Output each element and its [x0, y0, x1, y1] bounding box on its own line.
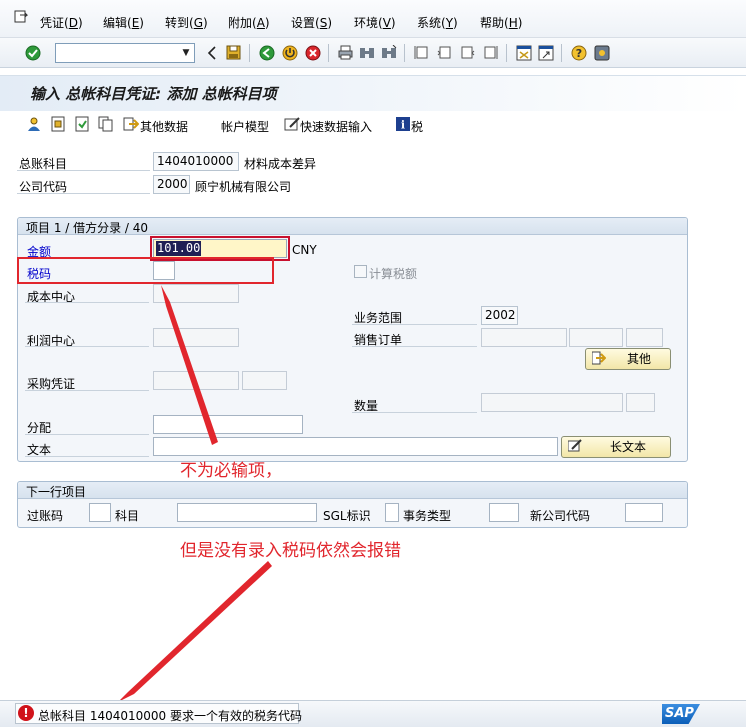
tax-code-field[interactable] — [153, 261, 175, 280]
account-field[interactable] — [177, 503, 317, 522]
new-company-code-field[interactable] — [625, 503, 663, 522]
tax-button[interactable]: 税 — [411, 118, 423, 135]
back-green-icon[interactable] — [258, 44, 275, 61]
layout-icon[interactable] — [593, 44, 610, 61]
menu-goto[interactable]: 转到(G) — [165, 14, 208, 31]
find-next-icon[interactable] — [380, 44, 397, 61]
cost-center-field[interactable] — [153, 284, 239, 303]
company-code-field[interactable]: 2000 — [153, 175, 190, 194]
previous-page-icon[interactable] — [436, 44, 453, 61]
calc-tax-label: 计算税额 — [369, 267, 418, 281]
calc-tax-checkbox[interactable] — [354, 265, 367, 278]
menu-environment[interactable]: 环境(V) — [354, 14, 396, 31]
info-icon[interactable]: i — [395, 116, 411, 132]
print-icon[interactable] — [337, 44, 354, 61]
status-message: 总帐科目 1404010000 要求一个有效的税务代码 — [38, 709, 302, 723]
currency-label: CNY — [292, 243, 317, 257]
find-icon[interactable] — [358, 44, 375, 61]
new-session-icon[interactable] — [515, 44, 532, 61]
menu-edit[interactable]: 编辑(E) — [103, 14, 144, 31]
menu-extras[interactable]: 附加(A) — [228, 14, 270, 31]
posting-key-label: 过账码 — [27, 509, 64, 523]
long-text-edit-icon — [567, 439, 582, 453]
account-model-button[interactable]: 帐户模型 — [221, 118, 269, 135]
hold-document-icon[interactable] — [50, 116, 66, 132]
session-menu-icon[interactable] — [14, 10, 29, 24]
next-page-icon[interactable] — [459, 44, 476, 61]
posting-key-field[interactable] — [89, 503, 111, 522]
svg-text:i: i — [401, 119, 405, 132]
menu-system[interactable]: 系统(Y) — [417, 14, 458, 31]
account-model-person-icon[interactable] — [26, 116, 42, 132]
long-text-button[interactable]: 长文本 — [561, 436, 671, 458]
page-title: 输入 总帐科目凭证: 添加 总帐科目项 — [30, 85, 277, 103]
company-code-description: 顾宁机械有限公司 — [195, 180, 292, 194]
exit-icon[interactable] — [281, 44, 298, 61]
enter-icon[interactable] — [24, 44, 41, 61]
long-text-button-label: 长文本 — [610, 440, 647, 454]
new-company-code-label: 新公司代码 — [530, 509, 591, 523]
last-page-icon[interactable] — [482, 44, 499, 61]
sales-order-item-field[interactable] — [569, 328, 623, 347]
sgl-indicator-label: SGL标识 — [323, 509, 371, 523]
other-button[interactable]: 其他 — [585, 348, 671, 370]
shortcut-icon[interactable] — [537, 44, 554, 61]
save-icon[interactable] — [225, 44, 242, 61]
first-page-icon[interactable] — [413, 44, 430, 61]
menu-document[interactable]: 凭证(D) — [40, 14, 83, 31]
purchase-doc-item-field[interactable] — [242, 371, 287, 390]
other-data-button[interactable]: 其他数据 — [140, 118, 188, 135]
command-field[interactable] — [55, 43, 195, 63]
arrow-right-icon — [591, 351, 607, 365]
quantity-field[interactable] — [481, 393, 623, 412]
copy-document-icon[interactable] — [98, 116, 114, 132]
chevron-down-icon[interactable]: ▼ — [178, 44, 194, 62]
simulate-icon[interactable] — [74, 116, 90, 132]
fast-entry-edit-icon[interactable] — [284, 116, 300, 132]
account-label: 科目 — [115, 509, 140, 523]
menu-help[interactable]: 帮助(H) — [480, 14, 522, 31]
sales-order-schedule-field[interactable] — [626, 328, 663, 347]
text-field[interactable] — [153, 437, 558, 456]
amount-field[interactable]: 101.00 — [153, 239, 287, 258]
purchase-doc-field[interactable] — [153, 371, 239, 390]
assignment-field[interactable] — [153, 415, 303, 434]
cancel-icon[interactable] — [304, 44, 321, 61]
fast-entry-button[interactable]: 快速数据输入 — [300, 118, 372, 135]
annotation-error-note: 但是没有录入税码依然会报错 — [180, 541, 401, 561]
transaction-type-field[interactable] — [489, 503, 519, 522]
gl-account-field[interactable]: 1404010000 — [153, 152, 239, 171]
business-area-field[interactable]: 2002 — [481, 306, 518, 325]
menu-bar: 凭证(D) 编辑(E) 转到(G) 附加(A) 设置(S) 环境(V) 系统(Y… — [0, 0, 746, 38]
quantity-unit-field[interactable] — [626, 393, 655, 412]
item-group-title: 项目 1 / 借方分录 / 40 — [26, 221, 149, 235]
next-item-group-title: 下一行项目 — [26, 485, 87, 499]
profit-center-field[interactable] — [153, 328, 239, 347]
error-icon: ! — [18, 705, 34, 721]
amount-value: 101.00 — [156, 241, 202, 256]
transaction-type-label: 事务类型 — [403, 509, 452, 523]
back-icon[interactable] — [203, 44, 220, 61]
gl-account-description: 材料成本差异 — [244, 157, 317, 171]
menu-settings[interactable]: 设置(S) — [291, 14, 332, 31]
tax-code-label: 税码 — [27, 267, 52, 281]
other-data-arrow-icon[interactable] — [123, 116, 140, 132]
annotation-not-required: 不为必输项， — [180, 461, 282, 481]
sgl-indicator-field[interactable] — [385, 503, 399, 522]
svg-text:?: ? — [575, 47, 581, 60]
other-button-label: 其他 — [627, 352, 652, 366]
help-icon[interactable]: ? — [570, 44, 587, 61]
sales-order-field[interactable] — [481, 328, 567, 347]
